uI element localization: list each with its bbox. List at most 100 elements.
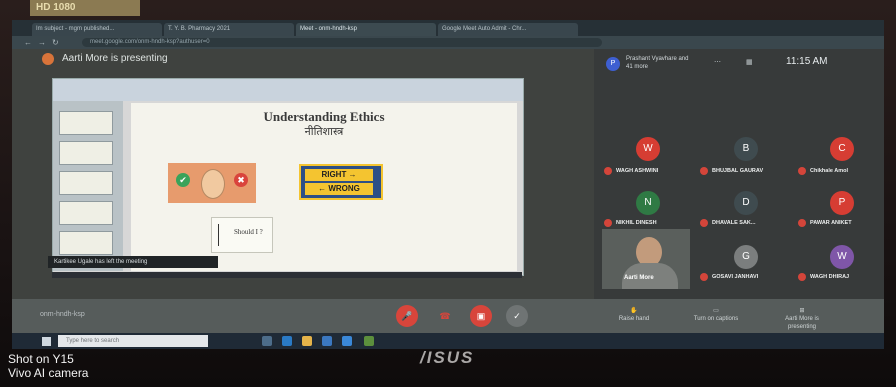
participant-avatar: P <box>830 191 854 215</box>
present-screen-icon: ⊞ <box>799 308 805 314</box>
camera-watermark: Shot on Y15 Vivo AI camera <box>8 352 88 380</box>
mail-icon[interactable] <box>342 336 352 346</box>
powerpoint-ribbon <box>53 79 523 101</box>
more-participants-icon[interactable]: ⋯ <box>714 58 721 66</box>
slide-thumbnail <box>59 141 113 165</box>
participants-grid: P Prashant Vyavhare and 41 more ⋯ ▦ 11:1… <box>594 49 884 299</box>
captions-button[interactable]: ▭ Turn on captions <box>688 307 744 323</box>
chrome-icon[interactable] <box>364 336 374 346</box>
windows-start-icon[interactable] <box>42 337 51 346</box>
meeting-code[interactable]: onm-hndh-ksp <box>40 311 85 318</box>
slide-thumbnail <box>59 231 113 255</box>
slide-title: Understanding Ethics <box>263 109 385 124</box>
file-explorer-icon[interactable] <box>302 336 312 346</box>
participants-avatar: P <box>606 57 620 71</box>
watermark-line-1: Shot on Y15 <box>8 352 74 366</box>
participant-name: WAGH DHIRAJ <box>810 274 850 280</box>
browser-tab[interactable]: Google Meet Auto Admit - Chr... <box>438 23 578 36</box>
participant-name: WAGH ASHWINI <box>616 168 659 174</box>
mic-muted-icon <box>604 167 612 175</box>
avatar-initial: B <box>742 143 750 154</box>
watermark-line-2: Vivo AI camera <box>8 366 89 380</box>
asus-logo: /ISUS <box>420 348 475 367</box>
hd-sticker: HD 1080 <box>30 0 140 16</box>
should-text: Should I ? <box>234 228 263 236</box>
participant-avatar: N <box>636 191 660 215</box>
avatar-initial: P <box>838 197 846 208</box>
participant-name: PAWAR ANIKET <box>810 220 852 226</box>
mic-muted-icon <box>700 167 708 175</box>
participant-name: NIKHIL DINESH <box>616 220 657 226</box>
edge-icon[interactable] <box>282 336 292 346</box>
presenting-text: Aarti More is presenting <box>62 53 168 64</box>
participant-avatar: G <box>734 245 758 269</box>
back-icon[interactable]: ← <box>24 37 32 48</box>
participant-avatar: W <box>830 245 854 269</box>
raise-hand-button[interactable]: ✋ Raise hand <box>606 307 662 323</box>
participant-avatar: C <box>830 137 854 161</box>
presenting-label: Aarti More is presenting <box>785 316 819 330</box>
sign-right: RIGHT → <box>305 169 373 181</box>
browser-tab[interactable]: Im subject - mgm published... <box>32 23 162 36</box>
reload-icon[interactable]: ↻ <box>52 37 59 48</box>
avatar-initial: C <box>838 143 846 154</box>
mic-muted-icon <box>604 219 612 227</box>
camera-off-button[interactable]: ▣ <box>470 305 492 327</box>
avatar-initial: W <box>837 251 847 262</box>
right-wrong-sign: RIGHT → ← WRONG <box>299 164 383 200</box>
browser-tab[interactable]: T. Y. B. Pharmacy 2021 <box>164 23 294 36</box>
thinking-person-image <box>201 169 225 199</box>
slide-thumbnail <box>59 201 113 225</box>
presenting-button[interactable]: ⊞ Aarti More is presenting <box>774 307 830 331</box>
self-video-tile: Aarti More <box>602 229 690 289</box>
browser-tab-active[interactable]: Meet - onm-hndh-ksp <box>296 23 436 36</box>
shared-taskbar <box>52 272 522 278</box>
presenting-banner: Aarti More is presenting <box>12 49 592 69</box>
layout-icon[interactable]: ▦ <box>746 58 753 66</box>
mic-off-button[interactable]: 🎤 <box>396 305 418 327</box>
mic-muted-icon <box>700 273 708 281</box>
leave-call-button[interactable]: ☎ <box>434 305 456 327</box>
current-slide: Understanding Ethics नीतिशास्त्र ✔ ✖ RIG… <box>131 103 517 271</box>
meet-controls-bar: onm-hndh-ksp 🎤 ☎ ▣ ✓ ✋ Raise hand ▭ Turn o… <box>12 299 884 333</box>
avatar-initial: N <box>644 197 652 208</box>
stick-figure-image <box>218 224 229 246</box>
captions-label: Turn on captions <box>693 316 739 322</box>
raise-hand-label: Raise hand <box>618 316 650 322</box>
windows-taskbar: Type here to search <box>12 333 884 349</box>
sign-wrong: ← WRONG <box>305 183 373 195</box>
check-icon: ✔ <box>176 173 190 187</box>
task-view-icon[interactable] <box>262 336 272 346</box>
raise-hand-icon: ✋ <box>630 308 638 314</box>
participants-summary[interactable]: Prashant Vyavhare and 41 more <box>626 55 690 71</box>
participant-avatar: B <box>734 137 758 161</box>
shared-screen: Understanding Ethics नीतिशास्त्र ✔ ✖ RIG… <box>52 78 524 276</box>
taskbar-search[interactable]: Type here to search <box>58 335 208 347</box>
participant-avatar: W <box>636 137 660 161</box>
left-meeting-notification: Kartikee Ugale has left the meeting <box>48 256 218 268</box>
meeting-time: 11:15 AM <box>786 56 828 67</box>
dilemma-illustration: ✔ ✖ <box>168 163 256 203</box>
participant-name: Chikhale Amol <box>810 168 848 174</box>
slide-thumbnails <box>53 101 123 271</box>
forward-icon[interactable]: → <box>38 37 46 48</box>
participant-name: DHAVALE SAK... <box>712 220 756 226</box>
participant-name: GOSAVI JANHAVI <box>712 274 759 280</box>
should-i-illustration: Should I ? <box>211 217 273 253</box>
laptop-screen: Im subject - mgm published... T. Y. B. P… <box>12 20 884 349</box>
self-name: Aarti More <box>624 275 654 281</box>
browser-toolbar: ← → ↻ meet.google.com/onm-hndh-ksp?authu… <box>12 36 884 49</box>
avatar-initial: D <box>742 197 750 208</box>
mic-muted-icon <box>700 219 708 227</box>
captions-icon: ▭ <box>713 308 719 314</box>
participant-name: BHUJBAL GAURAV <box>712 168 764 174</box>
slide-subtitle: नीतिशास्त्र <box>304 126 344 138</box>
store-icon[interactable] <box>322 336 332 346</box>
avatar-initial: G <box>742 251 750 262</box>
present-button[interactable]: ✓ <box>506 305 528 327</box>
cross-icon: ✖ <box>234 173 248 187</box>
presenter-avatar <box>42 53 54 65</box>
address-bar[interactable]: meet.google.com/onm-hndh-ksp?authuser=0 <box>82 38 602 47</box>
slide-thumbnail <box>59 111 113 135</box>
participant-avatar: D <box>734 191 758 215</box>
